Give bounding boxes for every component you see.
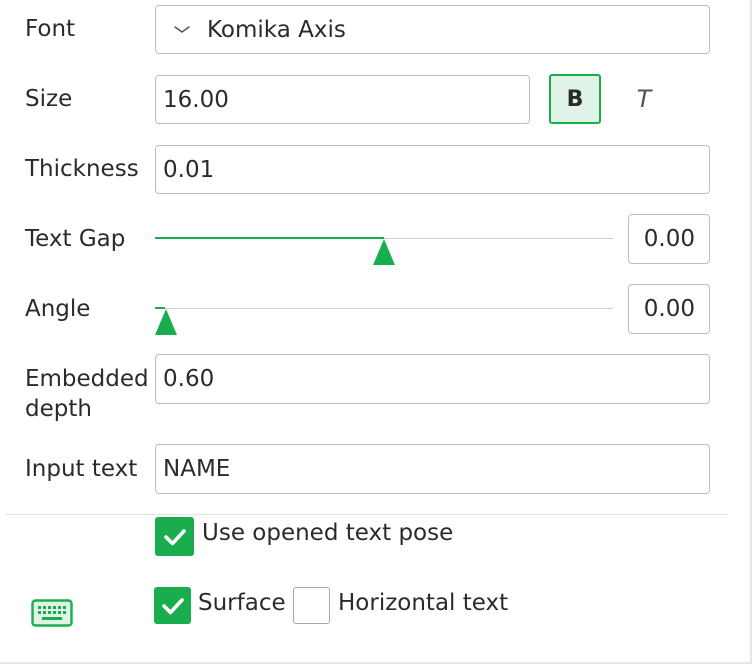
font-label: Font xyxy=(25,16,76,42)
bold-icon: B xyxy=(566,86,584,112)
size-input[interactable]: 16.00 xyxy=(155,75,530,124)
angle-thumb[interactable] xyxy=(155,309,177,335)
input-text-value: NAME xyxy=(163,456,231,482)
thickness-value: 0.01 xyxy=(163,156,215,183)
chevron-down-icon xyxy=(171,15,193,45)
angle-label: Angle xyxy=(25,296,91,322)
size-value: 16.00 xyxy=(163,86,229,113)
keyboard-icon[interactable] xyxy=(31,599,73,627)
embedded-depth-label-line1: Embedded xyxy=(25,366,149,392)
angle-track xyxy=(155,308,613,309)
embedded-depth-input[interactable]: 0.60 xyxy=(155,354,710,404)
surface-label: Surface xyxy=(198,590,286,616)
divider xyxy=(6,514,728,515)
use-opened-text-pose-checkbox[interactable] xyxy=(155,517,194,556)
thickness-label: Thickness xyxy=(25,156,139,182)
horizontal-text-label: Horizontal text xyxy=(338,590,509,616)
bold-button[interactable]: B xyxy=(549,74,601,124)
input-text-field[interactable]: NAME xyxy=(155,444,710,494)
input-text-label: Input text xyxy=(25,456,138,482)
font-dropdown[interactable]: Komika Axis xyxy=(155,5,710,54)
horizontal-text-checkbox[interactable] xyxy=(293,587,330,624)
italic-icon: T xyxy=(636,85,652,113)
checkmark-icon xyxy=(163,528,186,545)
text-gap-label: Text Gap xyxy=(25,226,126,252)
embedded-depth-label-line2: depth xyxy=(25,396,92,422)
angle-value: 0.00 xyxy=(643,296,695,322)
surface-checkbox[interactable] xyxy=(154,587,191,624)
checkmark-icon xyxy=(161,597,184,614)
text-gap-input[interactable]: 0.00 xyxy=(628,214,710,264)
text-gap-value: 0.00 xyxy=(643,226,695,252)
text-gap-slider[interactable] xyxy=(155,214,613,265)
angle-slider[interactable] xyxy=(155,284,613,335)
thickness-input[interactable]: 0.01 xyxy=(155,145,710,194)
angle-input[interactable]: 0.00 xyxy=(628,284,710,334)
text-gap-fill xyxy=(155,237,384,239)
italic-button[interactable]: T xyxy=(620,74,668,124)
text-gap-thumb[interactable] xyxy=(373,239,395,265)
text-properties-panel: Font Komika Axis Size 16.00 B T Thicknes… xyxy=(0,0,752,664)
use-opened-text-pose-label: Use opened text pose xyxy=(202,520,454,546)
embedded-depth-value: 0.60 xyxy=(163,366,215,392)
font-value: Komika Axis xyxy=(207,16,346,43)
size-label: Size xyxy=(25,86,73,112)
